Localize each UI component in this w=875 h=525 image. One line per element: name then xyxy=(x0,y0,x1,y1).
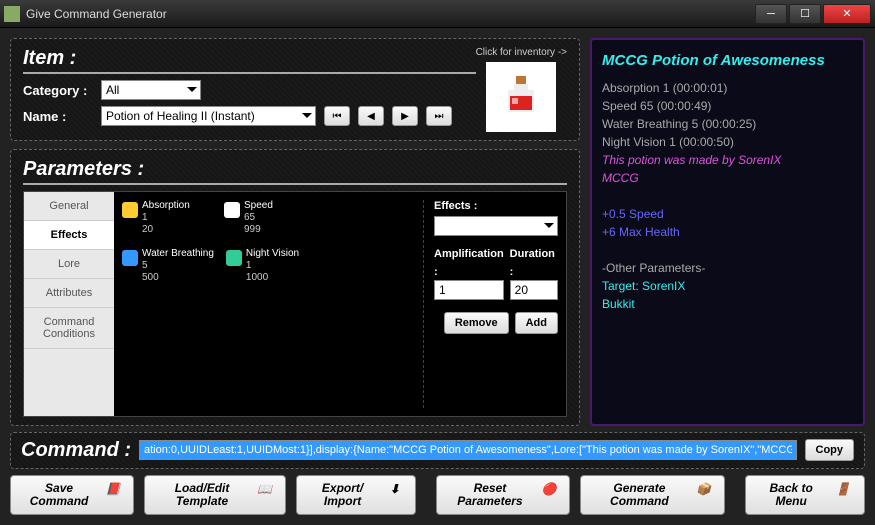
book-icon: 📕 xyxy=(103,483,123,507)
effect-item[interactable]: Night Vision11000 xyxy=(226,248,316,284)
item-panel: Item : Category : All Name : Potion of H… xyxy=(10,38,580,141)
command-output[interactable] xyxy=(139,440,797,460)
tabs: GeneralEffectsLoreAttributesCommand Cond… xyxy=(24,192,114,416)
hopper-icon: ⬇ xyxy=(384,483,405,507)
name-select[interactable]: Potion of Healing II (Instant) xyxy=(101,106,316,126)
item-icon-button[interactable] xyxy=(486,62,556,132)
effect-item[interactable]: Absorption120 xyxy=(122,200,212,236)
category-select[interactable]: All xyxy=(101,80,201,100)
command-panel: Command : Copy xyxy=(10,432,865,469)
parameters-panel: Parameters : GeneralEffectsLoreAttribute… xyxy=(10,149,580,426)
effect-icon xyxy=(224,202,240,218)
duration-input[interactable] xyxy=(510,280,558,300)
preview-panel: MCCG Potion of Awesomeness Absorption 1 … xyxy=(590,38,865,426)
preview-line: Water Breathing 5 (00:00:25) xyxy=(602,115,853,133)
next-button[interactable]: ▶ xyxy=(392,106,418,126)
item-title: Item : xyxy=(23,47,476,74)
effect-icon xyxy=(122,202,138,218)
preview-line: This potion was made by SorenIX xyxy=(602,151,853,169)
effect-item[interactable]: Speed65999 xyxy=(224,200,314,236)
preview-line: +0.5 Speed xyxy=(602,205,853,223)
preview-line: Absorption 1 (00:00:01) xyxy=(602,79,853,97)
prev-button[interactable]: ◀ xyxy=(358,106,384,126)
minimize-button[interactable]: ─ xyxy=(755,4,787,24)
effects-list: Absorption120 Speed65999 Water Breathing55… xyxy=(122,200,415,408)
parameters-title: Parameters : xyxy=(23,158,567,185)
name-label: Name : xyxy=(23,109,93,124)
inventory-hint: Click for inventory -> xyxy=(476,47,567,58)
maximize-button[interactable]: ☐ xyxy=(789,4,821,24)
effects-dropdown-label: Effects : xyxy=(434,200,558,212)
copy-button[interactable]: Copy xyxy=(805,439,855,461)
book-open-icon: 📖 xyxy=(255,483,275,507)
preview-line: Night Vision 1 (00:00:50) xyxy=(602,133,853,151)
amplification-input[interactable] xyxy=(434,280,504,300)
preview-line: MCCG xyxy=(602,169,853,187)
save-command-button[interactable]: Save Command📕 xyxy=(10,475,134,515)
tab-general[interactable]: General xyxy=(24,192,114,221)
window-title: Give Command Generator xyxy=(26,7,755,21)
app-icon xyxy=(4,6,20,22)
preview-line: -Other Parameters- xyxy=(602,259,853,277)
tab-attributes[interactable]: Attributes xyxy=(24,279,114,308)
duration-label: Duration : xyxy=(510,248,555,278)
titlebar: Give Command Generator ─ ☐ ✕ xyxy=(0,0,875,28)
preview-line: Bukkit xyxy=(602,295,853,313)
last-button[interactable]: ⏭ xyxy=(426,106,452,126)
amplification-label: Amplification : xyxy=(434,248,504,278)
category-label: Category : xyxy=(23,83,93,98)
close-button[interactable]: ✕ xyxy=(823,4,871,24)
preview-line: +6 Max Health xyxy=(602,223,853,241)
first-button[interactable]: ⏮ xyxy=(324,106,350,126)
remove-button[interactable]: Remove xyxy=(444,312,509,334)
effect-icon xyxy=(122,250,138,266)
tab-command-conditions[interactable]: Command Conditions xyxy=(24,308,114,349)
tab-lore[interactable]: Lore xyxy=(24,250,114,279)
reset-parameters-button[interactable]: Reset Parameters🔴 xyxy=(436,475,570,515)
tab-effects[interactable]: Effects xyxy=(24,221,114,250)
back-to-menu-button[interactable]: Back to Menu🚪 xyxy=(745,475,865,515)
preview-line: Target: SorenIX xyxy=(602,277,853,295)
effect-item[interactable]: Water Breathing5500 xyxy=(122,248,214,284)
effect-icon xyxy=(226,250,242,266)
command-label: Command : xyxy=(21,439,131,462)
command-block-icon: 📦 xyxy=(694,483,714,507)
export-import-button[interactable]: Export/ Import⬇ xyxy=(296,475,416,515)
potion-icon xyxy=(496,72,546,122)
preview-title: MCCG Potion of Awesomeness xyxy=(602,50,853,73)
preview-line: Speed 65 (00:00:49) xyxy=(602,97,853,115)
generate-command-button[interactable]: Generate Command📦 xyxy=(580,475,725,515)
door-icon: 🚪 xyxy=(832,483,854,507)
effects-form: Effects : Amplification : Duration : xyxy=(423,200,558,408)
redstone-icon: 🔴 xyxy=(539,483,559,507)
add-button[interactable]: Add xyxy=(515,312,558,334)
load-template-button[interactable]: Load/Edit Template📖 xyxy=(144,475,286,515)
effects-select[interactable] xyxy=(434,216,558,236)
preview-line xyxy=(602,187,853,205)
bottom-toolbar: Save Command📕 Load/Edit Template📖 Export… xyxy=(10,475,865,515)
preview-line xyxy=(602,241,853,259)
